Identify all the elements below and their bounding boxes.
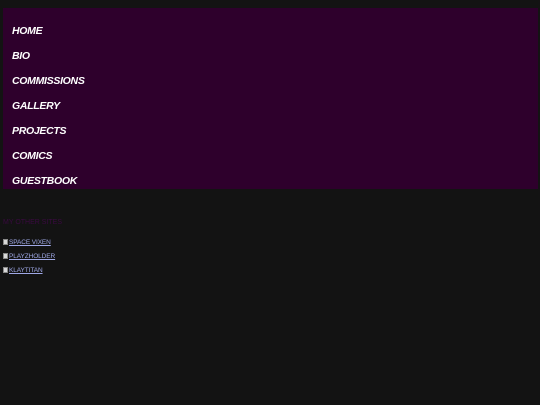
nav-item-comics[interactable]: COMICS: [12, 145, 53, 167]
link-klaytitan[interactable]: KLAYTITAN: [3, 264, 43, 276]
link-playzholder[interactable]: PLAYZHOLDER: [3, 250, 55, 262]
nav-item-bio[interactable]: BIO: [12, 45, 30, 67]
main-nav: HOME BIO COMMISSIONS GALLERY PROJECTS CO…: [3, 8, 538, 189]
broken-image-icon: [3, 253, 8, 259]
link-label: PLAYZHOLDER: [9, 252, 56, 260]
nav-item-home[interactable]: HOME: [12, 20, 43, 42]
nav-item-gallery[interactable]: GALLERY: [12, 95, 60, 117]
broken-image-icon: [3, 267, 8, 273]
broken-image-icon: [3, 239, 8, 245]
nav-item-commissions[interactable]: COMMISSIONS: [12, 70, 85, 92]
link-label: KLAYTITAN: [9, 266, 43, 274]
nav-item-guestbook[interactable]: GUESTBOOK: [12, 170, 77, 192]
nav-item-projects[interactable]: PROJECTS: [12, 120, 67, 142]
link-space-vixen[interactable]: SPACE VIXEN: [3, 236, 51, 248]
other-sites-heading: MY OTHER SITES: [3, 219, 62, 226]
link-label: SPACE VIXEN: [9, 238, 51, 246]
